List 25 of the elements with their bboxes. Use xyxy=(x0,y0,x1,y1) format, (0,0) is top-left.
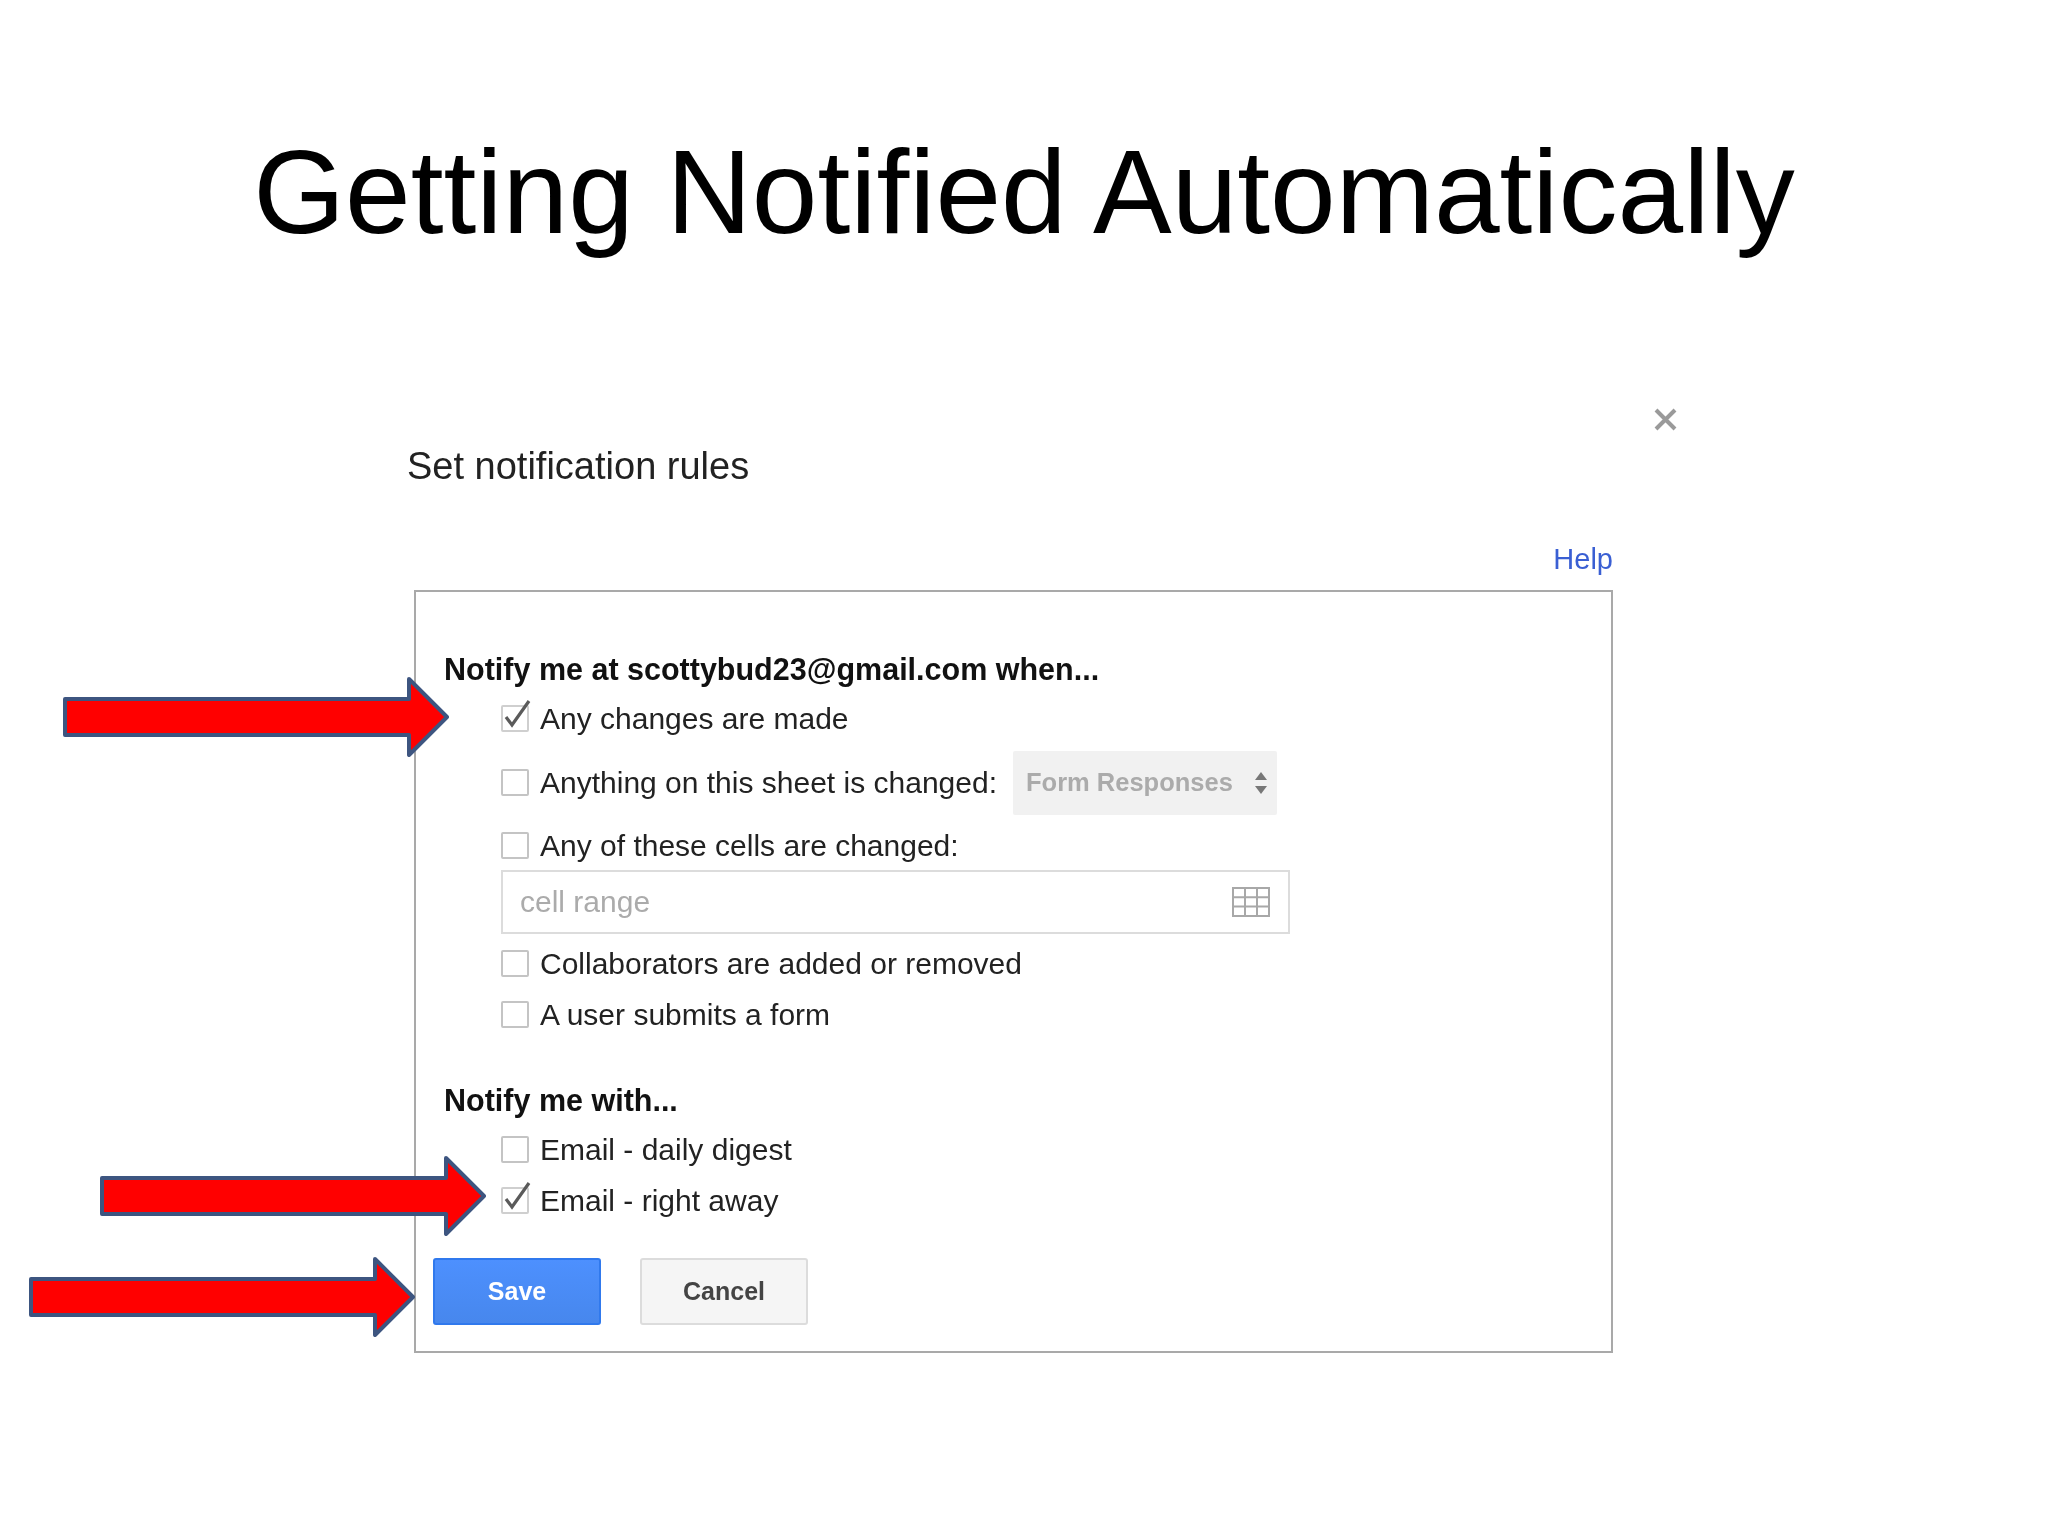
checkbox[interactable] xyxy=(501,1001,529,1029)
save-button[interactable]: Save xyxy=(433,1257,601,1325)
cancel-button[interactable]: Cancel xyxy=(640,1257,808,1325)
dialog-title: Set notification rules xyxy=(407,443,750,488)
checkbox[interactable] xyxy=(501,832,529,860)
option-label: Any changes are made xyxy=(540,700,849,737)
section-heading: Notify me with... xyxy=(444,1081,679,1120)
option-label: Collaborators are added or removed xyxy=(540,945,1022,982)
slide-title: Getting Notified Automatically xyxy=(252,125,1796,260)
checkbox[interactable] xyxy=(501,698,531,733)
checkbox[interactable] xyxy=(501,769,529,797)
option-label: Email - daily digest xyxy=(540,1131,792,1168)
sort-arrows-icon xyxy=(1254,770,1268,795)
option-label: Email - right away xyxy=(540,1182,779,1219)
help-link[interactable]: Help xyxy=(1553,541,1613,577)
grid-icon[interactable] xyxy=(1232,886,1270,917)
checkbox[interactable] xyxy=(501,1180,531,1215)
section-heading: Notify me at scottybud23@gmail.com when... xyxy=(444,650,1101,689)
cell-range-field[interactable]: cell range xyxy=(501,869,1290,934)
option-label: Anything on this sheet is changed: xyxy=(540,764,997,801)
close-icon[interactable] xyxy=(1653,406,1678,432)
option-label: Any of these cells are changed: xyxy=(540,827,959,864)
checkbox[interactable] xyxy=(501,950,529,978)
option-label: A user submits a form xyxy=(540,996,831,1033)
checkbox[interactable] xyxy=(501,1136,529,1164)
